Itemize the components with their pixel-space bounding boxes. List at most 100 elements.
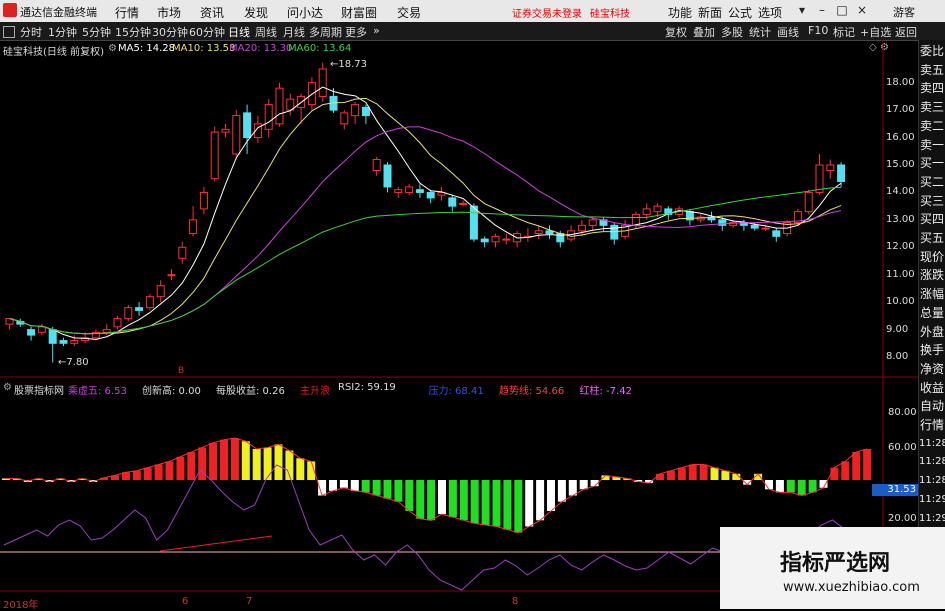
candle (351, 104, 360, 117)
menu-trade[interactable]: 交易 (397, 4, 421, 21)
minimize-icon[interactable]: – (815, 3, 829, 17)
side-panel-item: 买五 (919, 231, 944, 245)
candle (459, 202, 468, 205)
indicator-item: RSI2: 59.19 (338, 382, 396, 393)
candle (27, 329, 36, 336)
indicator-bar (383, 480, 392, 499)
indicator-bar (863, 449, 872, 480)
indicator-bar (405, 480, 414, 511)
indicator-bar (797, 480, 806, 496)
indicator-bar (514, 480, 523, 533)
indicator-bar (176, 456, 185, 480)
candle (318, 68, 327, 97)
divergence-line (159, 535, 273, 552)
menu-options[interactable]: 选项 (758, 4, 782, 21)
login-notice[interactable]: 证券交易未登录 (512, 5, 582, 20)
indicator-bar (481, 480, 490, 525)
tab-60min[interactable]: 60分钟 (189, 24, 225, 40)
indicator-bar (132, 470, 141, 480)
btn-draw[interactable]: 画线 (777, 24, 799, 40)
indicator-bar (470, 480, 479, 524)
candle (167, 274, 176, 277)
btn-multistock[interactable]: 多股 (721, 24, 743, 40)
btn-stats[interactable]: 统计 (749, 24, 771, 40)
indicator-item-label: 创新高: (142, 386, 176, 397)
menu-function[interactable]: 功能 (668, 4, 692, 21)
menu-wealth[interactable]: 财富圈 (341, 4, 377, 21)
menu-news[interactable]: 资讯 (200, 4, 224, 21)
indicator-bar (241, 441, 250, 480)
candle (243, 112, 252, 139)
indicator-bar (841, 461, 850, 480)
price-tick: 12.00 (886, 241, 915, 253)
side-panel-item[interactable]: 自动 (919, 399, 945, 413)
menu-formula[interactable]: 公式 (728, 4, 752, 21)
btn-add-favorite[interactable]: +自选 (860, 24, 891, 40)
btn-mark[interactable]: 标记 (833, 24, 855, 40)
stock-link[interactable]: 硅宝科技 (590, 5, 630, 20)
close-icon[interactable]: × (855, 3, 869, 17)
candle (631, 213, 640, 226)
price-tick: 8.00 (886, 351, 909, 363)
btn-overlay[interactable]: 叠加 (693, 24, 715, 40)
trend-line (6, 437, 868, 534)
candle (199, 191, 208, 210)
indicator-bar (274, 444, 283, 480)
tab-weekly[interactable]: 周线 (255, 24, 277, 40)
menu-icon[interactable]: ▾ (795, 3, 809, 17)
guest-label[interactable]: 游客 (893, 4, 915, 20)
tab-daily[interactable]: 日线 (228, 24, 250, 40)
candle (405, 186, 414, 193)
indicator-bar (350, 480, 359, 491)
indicator-bar (187, 452, 196, 480)
btn-back[interactable]: 返回 (895, 24, 917, 40)
indicator-item-label: 压力: (428, 386, 452, 397)
candle (772, 230, 781, 237)
more-arrow-icon[interactable]: » (373, 24, 380, 37)
indicator-gear-icon[interactable]: ⚙ (3, 382, 12, 393)
price-tick: 17.00 (886, 104, 915, 116)
candle (718, 219, 727, 226)
side-panel-item: 买四 (919, 212, 944, 227)
candle (469, 205, 478, 240)
side-panel-item: 外盘 (919, 324, 944, 339)
tab-multi[interactable]: 多周期 (309, 24, 342, 40)
tab-more[interactable]: 更多 (345, 24, 367, 40)
low-label: 7.80 (66, 357, 89, 368)
price-tick: 9.00 (886, 323, 909, 335)
tab-timeshare[interactable]: 分时 (20, 24, 42, 40)
tab-15min[interactable]: 15分钟 (115, 24, 151, 40)
panel-toggle-icon[interactable] (3, 26, 15, 38)
menu-market[interactable]: 市场 (157, 4, 181, 21)
candle (642, 208, 651, 215)
menu-newface[interactable]: 新面 (698, 4, 722, 21)
tab-1min[interactable]: 1分钟 (48, 24, 77, 40)
indicator-bar (394, 480, 403, 502)
candle (534, 230, 543, 235)
side-panel-item: 11:28 (919, 456, 945, 468)
side-panel-item: 换手 (919, 343, 944, 358)
tab-30min[interactable]: 30分钟 (152, 24, 188, 40)
indicator-bar (361, 480, 370, 493)
indicator-bar (536, 480, 545, 521)
x-label-7: 7 (246, 596, 253, 607)
tab-5min[interactable]: 5分钟 (82, 24, 111, 40)
side-panel-item: 卖四 (919, 81, 944, 96)
menu-ask[interactable]: 问小达 (287, 4, 323, 21)
candle (340, 112, 349, 125)
tab-monthly[interactable]: 月线 (283, 24, 305, 40)
kline-chart[interactable] (0, 40, 918, 596)
watermark-url: www.xuezhibiao.com (783, 580, 920, 595)
indicator-bar (143, 467, 152, 480)
indicator-bar (492, 480, 501, 527)
side-panel-item: 卖三 (919, 100, 944, 115)
indicator-bar (775, 480, 784, 493)
menu-hq[interactable]: 行情 (115, 4, 139, 21)
indicator-item: 乘虚五: 6.53 (68, 382, 127, 397)
indicator-bar (165, 461, 174, 480)
candle (383, 164, 392, 188)
menu-discover[interactable]: 发现 (244, 4, 268, 21)
maximize-icon[interactable]: □ (835, 3, 849, 17)
btn-f10[interactable]: F10 (808, 24, 828, 37)
btn-fuquan[interactable]: 复权 (665, 24, 687, 40)
